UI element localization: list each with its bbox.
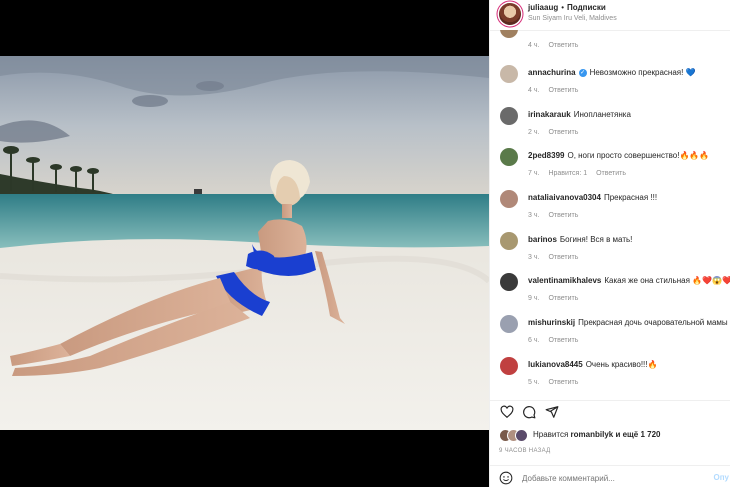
- comment-time: 7 ч.: [528, 170, 540, 177]
- post-timestamp[interactable]: 9 ЧАСОВ НАЗАД: [499, 448, 550, 454]
- comment-reply-button[interactable]: Ответить: [596, 170, 626, 177]
- comment-reply-button[interactable]: Ответить: [548, 87, 578, 94]
- author-line: juliaaug • Подписки: [528, 3, 606, 12]
- add-comment-bar: Опу: [490, 465, 730, 487]
- post-photo[interactable]: [0, 56, 489, 430]
- likes-count[interactable]: и ещё 1 720: [615, 430, 660, 439]
- comment-username[interactable]: irinakarauk: [528, 110, 571, 119]
- beach-photo: [0, 56, 489, 430]
- comment-avatar[interactable]: [500, 273, 518, 291]
- post-location[interactable]: Sun Siyam Iru Veli, Maldives: [528, 15, 617, 22]
- comment-body: О, ноги просто совершенство!🔥🔥🔥: [567, 151, 710, 160]
- comment-time: 6 ч.: [528, 337, 540, 344]
- post-comment-button[interactable]: Опу: [713, 473, 729, 482]
- comment-username[interactable]: annachurina: [528, 68, 576, 77]
- comment-reply-button[interactable]: Ответить: [548, 379, 578, 386]
- emoji-icon[interactable]: [499, 471, 513, 485]
- comment-time: 3 ч.: [528, 212, 540, 219]
- comment-text: annachurina ✓ Невозможно прекрасная! 💙: [528, 68, 696, 77]
- comment-item: irinakarauk Инопланетянка 2 ч. Ответить: [490, 107, 730, 149]
- comment-avatar[interactable]: [500, 30, 518, 38]
- comment-item: mishurinskij Прекрасная дочь очаровательн…: [490, 315, 730, 357]
- comment-reply-button[interactable]: Ответить: [548, 212, 578, 219]
- comment-reply-button[interactable]: Ответить: [548, 42, 578, 49]
- comment-body: Инопланетянка: [573, 110, 631, 119]
- comment-time: 2 ч.: [528, 129, 540, 136]
- comment-item: 2ped8399 О, ноги просто совершенство!🔥🔥🔥 …: [490, 148, 730, 190]
- comment-body: Невозможно прекрасная! 💙: [589, 68, 696, 77]
- comment-item: barinos Богиня! Вся в мать! 3 ч. Ответить: [490, 232, 730, 274]
- verified-badge-icon: ✓: [578, 68, 587, 77]
- comment-body: Очень красиво!!!🔥: [585, 360, 658, 369]
- comment-reply-button[interactable]: Ответить: [548, 295, 578, 302]
- comment-meta: 9 ч. Ответить: [528, 295, 587, 302]
- share-icon[interactable]: [545, 405, 559, 419]
- comment-avatar[interactable]: [500, 232, 518, 250]
- comment-username[interactable]: barinos: [528, 235, 557, 244]
- comment-username[interactable]: valentinamikhalevs: [528, 276, 601, 285]
- post-actions: Нравится romanbilyk и ещё 1 720 9 ЧАСОВ …: [490, 400, 730, 487]
- post-sidebar: juliaaug • Подписки Sun Siyam Iru Veli, Ma…: [489, 0, 730, 487]
- comment-likes[interactable]: Нравится: 1: [548, 170, 587, 177]
- comments-list[interactable]: 4 ч. Ответить annachurina ✓ Невозможно прек…: [490, 30, 730, 400]
- comment-username[interactable]: lukianova8445: [528, 360, 583, 369]
- comment-avatar[interactable]: [500, 148, 518, 166]
- comment-text: 2ped8399 О, ноги просто совершенство!🔥🔥🔥: [528, 151, 709, 160]
- comment-avatar[interactable]: [500, 190, 518, 208]
- comment-username[interactable]: nataliaivanova0304: [528, 193, 601, 202]
- comment-meta: 3 ч. Ответить: [528, 212, 587, 219]
- comment-avatar[interactable]: [500, 65, 518, 83]
- liker-username[interactable]: romanbilyk: [571, 430, 614, 439]
- comment-reply-button[interactable]: Ответить: [548, 337, 578, 344]
- comment-body: Прекрасная дочь очаровательной мамы 👏: [578, 318, 730, 327]
- comment-username[interactable]: mishurinskij: [528, 318, 575, 327]
- comment-body: Богиня! Вся в мать!: [559, 235, 633, 244]
- comment-text: valentinamikhalevs Какая же она стильная …: [528, 276, 730, 285]
- separator-dot: •: [561, 3, 565, 12]
- comment-text: nataliaivanova0304 Прекрасная !!!: [528, 193, 657, 202]
- comment-username[interactable]: 2ped8399: [528, 151, 564, 160]
- comment-avatar[interactable]: [500, 107, 518, 125]
- comment-meta: 2 ч. Ответить: [528, 129, 587, 136]
- comment-time: 9 ч.: [528, 295, 540, 302]
- comment-body: Какая же она стильная 🔥❤️😱❤️: [604, 276, 730, 285]
- comment-meta: 4 ч. Ответить: [528, 87, 587, 94]
- comment-item: 4 ч. Ответить: [490, 30, 730, 62]
- author-avatar[interactable]: [499, 3, 521, 25]
- comment-icon[interactable]: [522, 405, 536, 419]
- comment-item: lukianova8445 Очень красиво!!!🔥 5 ч. Ответ…: [490, 357, 730, 399]
- follow-button[interactable]: Подписки: [567, 3, 606, 12]
- comment-meta: 3 ч. Ответить: [528, 254, 587, 261]
- comment-body: Прекрасная !!!: [603, 193, 658, 202]
- author-username[interactable]: juliaaug: [528, 3, 558, 12]
- comment-item: valentinamikhalevs Какая же она стильная …: [490, 273, 730, 315]
- comment-avatar[interactable]: [500, 357, 518, 375]
- comment-meta: 4 ч. Ответить: [528, 42, 587, 49]
- comment-text: mishurinskij Прекрасная дочь очаровательн…: [528, 318, 730, 327]
- post-media[interactable]: [0, 0, 489, 487]
- heart-icon[interactable]: [500, 405, 514, 419]
- likes-text: Нравится romanbilyk и ещё 1 720: [533, 430, 661, 439]
- comment-meta: 7 ч. Нравится: 1 Ответить: [528, 170, 635, 177]
- comment-item: annachurina ✓ Невозможно прекрасная! 💙 4 ч…: [490, 65, 730, 107]
- comment-time: 3 ч.: [528, 254, 540, 261]
- comment-meta: 5 ч. Ответить: [528, 379, 587, 386]
- post-header: juliaaug • Подписки Sun Siyam Iru Veli, Ma…: [490, 0, 730, 31]
- comment-text: barinos Богиня! Вся в мать!: [528, 235, 632, 244]
- comment-time: 4 ч.: [528, 87, 540, 94]
- liker-avatar: [515, 429, 528, 442]
- comment-item: nataliaivanova0304 Прекрасная !!! 3 ч. Отв…: [490, 190, 730, 232]
- comment-avatar[interactable]: [500, 315, 518, 333]
- comment-text: irinakarauk Инопланетянка: [528, 110, 631, 119]
- comment-reply-button[interactable]: Ответить: [548, 254, 578, 261]
- comment-reply-button[interactable]: Ответить: [548, 129, 578, 136]
- comment-time: 5 ч.: [528, 379, 540, 386]
- comment-text: lukianova8445 Очень красиво!!!🔥: [528, 360, 657, 369]
- comment-meta: 6 ч. Ответить: [528, 337, 587, 344]
- comment-input[interactable]: [522, 471, 692, 485]
- likes-prefix: Нравится: [533, 430, 569, 439]
- comment-time: 4 ч.: [528, 42, 540, 49]
